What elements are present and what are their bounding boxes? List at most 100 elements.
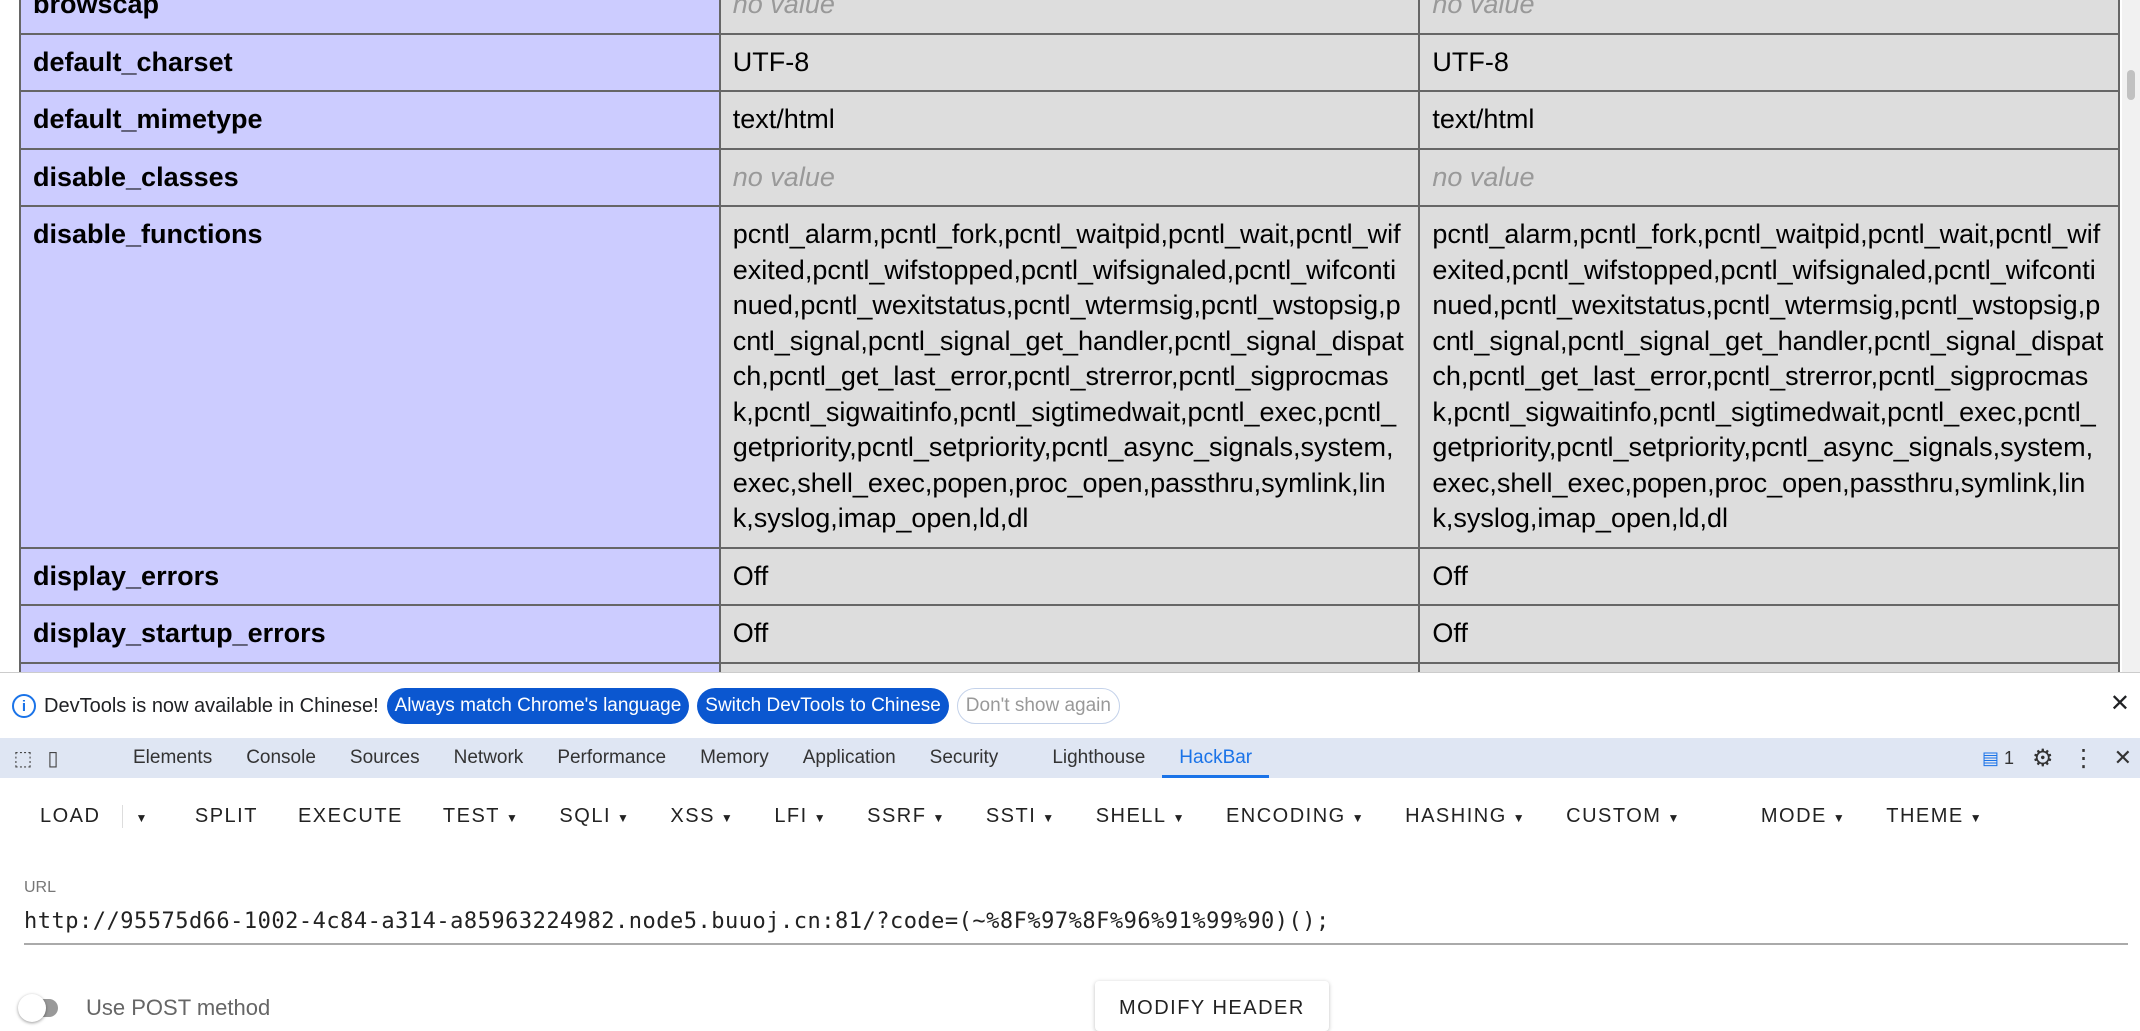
ssrf-button[interactable]: SSRF ▼ [847,805,966,828]
custom-button[interactable]: CUSTOM ▼ [1546,805,1741,828]
load-options-button[interactable]: ▼ [123,805,174,828]
page-scrollbar[interactable] [2122,0,2140,672]
caret-down-icon: ▼ [1832,810,1847,825]
table-row: display_startup_errors Off Off [19,604,2120,664]
phpinfo-page: browscap no value no value default_charse… [0,0,2122,672]
master-value: no value [1418,0,2120,35]
button-label: LOAD [40,804,101,827]
directive-name [19,661,721,672]
local-value: Off [718,546,1421,606]
dont-show-again-button[interactable]: Don't show again [956,688,1120,724]
master-value: text/html [1418,90,2120,150]
language-infobar: i DevTools is now available in Chinese! … [0,683,2140,729]
tab-elements[interactable]: Elements [116,738,229,778]
tab-hackbar[interactable]: HackBar [1162,738,1270,778]
master-value: no value [1418,147,2120,207]
button-label: XSS [670,804,715,827]
local-value: UTF-8 [718,32,1421,92]
button-label: THEME [1886,804,1964,827]
caret-down-icon: ▼ [720,810,735,825]
scrollbar-thumb[interactable] [2127,70,2135,100]
table-row [19,661,2120,672]
master-value: Off [1418,604,2120,664]
local-value [718,661,1421,672]
xss-button[interactable]: XSS ▼ [650,805,754,828]
tab-security[interactable]: Security [913,738,1016,778]
issues-badge[interactable]: ▤ 1 [1982,748,2014,769]
caret-down-icon: ▼ [1512,810,1527,825]
devtools-panel: i DevTools is now available in Chinese! … [0,672,2140,1022]
switch-to-chinese-button[interactable]: Switch DevTools to Chinese [697,688,949,724]
hashing-button[interactable]: HASHING ▼ [1385,805,1546,828]
button-label: HASHING [1405,804,1507,827]
more-options-icon[interactable]: ⋮ [2072,744,2096,773]
master-value: pcntl_alarm,pcntl_fork,pcntl_waitpid,pcn… [1418,205,2120,549]
table-row: default_mimetype text/html text/html [19,90,2120,150]
table-row: disable_functions pcntl_alarm,pcntl_fork… [19,205,2120,549]
lfi-button[interactable]: LFI ▼ [754,805,847,828]
test-button[interactable]: TEST ▼ [423,805,540,828]
tab-memory[interactable]: Memory [683,738,786,778]
encoding-button[interactable]: ENCODING ▼ [1206,805,1385,828]
button-label: MODE [1760,804,1827,827]
tab-application[interactable]: Application [786,738,913,778]
execute-button[interactable]: EXECUTE [278,805,423,828]
caret-down-icon: ▼ [1667,810,1681,825]
table-row: browscap no value no value [19,0,2120,35]
table-row: default_charset UTF-8 UTF-8 [19,32,2120,92]
settings-gear-icon[interactable]: ⚙ [2032,744,2054,773]
button-label: SQLI [559,804,611,827]
tab-lighthouse[interactable]: Lighthouse [1035,738,1162,778]
master-value: UTF-8 [1418,32,2120,92]
close-devtools-icon[interactable]: ✕ [2114,745,2132,771]
directive-name: display_startup_errors [19,604,721,664]
tab-console[interactable]: Console [229,738,333,778]
button-label: ENCODING [1225,804,1346,827]
local-value: no value [718,147,1421,207]
local-value: text/html [718,90,1421,150]
ssti-button[interactable]: SSTI ▼ [966,805,1076,828]
caret-down-icon: ▼ [506,810,520,825]
tab-sources[interactable]: Sources [333,738,437,778]
directive-name: disable_classes [19,147,721,207]
caret-down-icon: ▼ [1351,810,1366,825]
button-label: LFI [774,804,808,827]
button-label: SSRF [867,804,927,827]
local-value: Off [718,604,1421,664]
theme-button[interactable]: THEME ▼ [1866,805,2003,828]
caret-down-icon: ▼ [932,810,946,825]
button-label: SSTI [985,804,1037,827]
infobar-message: DevTools is now available in Chinese! [44,694,379,717]
tab-performance[interactable]: Performance [540,738,683,778]
inspect-element-icon[interactable]: ⬚ [8,746,38,771]
button-label: TEST [442,804,501,827]
info-icon: i [12,694,36,718]
url-input[interactable]: http://95575d66-1002-4c84-a314-a85963224… [24,909,2128,945]
use-post-label: Use POST method [86,995,271,1020]
phpinfo-core-table: browscap no value no value default_charse… [19,0,2120,672]
button-label: EXECUTE [297,804,403,827]
split-button[interactable]: SPLIT [175,805,278,828]
modify-header-button[interactable]: MODIFY HEADER [1095,981,1329,1031]
use-post-toggle[interactable]: Use POST method [18,994,271,1022]
hackbar-toolbar: LOAD ▼ SPLIT EXECUTE TEST ▼ SQLI ▼ XSS ▼ LFI ▼ SSRF ▼… [0,785,2140,847]
master-value: Off [1418,546,2120,606]
caret-down-icon: ▼ [1969,810,1984,825]
directive-name: browscap [19,0,721,35]
close-icon[interactable]: ✕ [2110,689,2130,718]
caret-down-icon: ▼ [617,810,631,825]
directive-name: default_mimetype [19,90,721,150]
sqli-button[interactable]: SQLI ▼ [539,805,650,828]
device-toolbar-icon[interactable]: ▯ [38,746,68,771]
url-label: URL [24,879,57,896]
shell-button[interactable]: SHELL ▼ [1076,805,1206,828]
caret-down-icon: ▼ [135,810,149,825]
toggle-switch[interactable] [18,994,58,1022]
caret-down-icon: ▼ [813,810,828,825]
always-match-language-button[interactable]: Always match Chrome's language [386,688,690,724]
load-button[interactable]: LOAD [0,804,124,828]
caret-down-icon: ▼ [1172,810,1186,825]
tab-network[interactable]: Network [437,738,541,778]
button-label: SPLIT [194,804,258,827]
mode-button[interactable]: MODE ▼ [1741,805,1866,828]
